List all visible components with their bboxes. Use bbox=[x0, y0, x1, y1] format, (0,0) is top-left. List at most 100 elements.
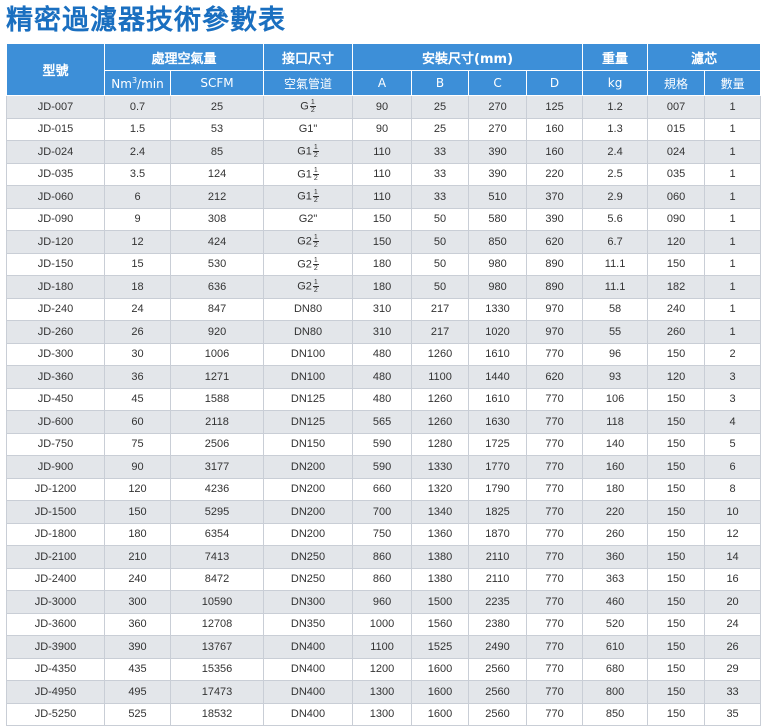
cell-scfm: 53 bbox=[169, 117, 265, 141]
cell-d: 770 bbox=[526, 500, 584, 524]
cell-model: JD-2100 bbox=[6, 545, 105, 569]
cell-kg: 850 bbox=[582, 702, 649, 726]
cell-a: 860 bbox=[352, 545, 413, 569]
cell-port: DN250 bbox=[263, 545, 354, 569]
table-row: JD-3600 360 12708 DN350 1000 1560 2380 770 520 15… bbox=[6, 612, 762, 636]
cell-scfm: 2118 bbox=[169, 410, 265, 434]
cell-a: 660 bbox=[352, 477, 413, 501]
cell-kg: 360 bbox=[582, 545, 649, 569]
cell-qty: 1 bbox=[704, 230, 762, 254]
cell-spec: 240 bbox=[647, 297, 706, 321]
cell-qty: 1 bbox=[704, 117, 762, 141]
header-dim-c: C bbox=[468, 70, 528, 96]
cell-qty: 12 bbox=[704, 522, 762, 546]
cell-port: DN200 bbox=[263, 477, 354, 501]
cell-qty: 1 bbox=[704, 140, 762, 164]
header-nm3-base: Nm bbox=[111, 76, 132, 91]
header-dim-b: B bbox=[411, 70, 470, 96]
cell-port: G1 1 2 bbox=[263, 185, 354, 209]
fraction-numerator: 1 bbox=[312, 189, 319, 198]
cell-a: 90 bbox=[352, 95, 413, 119]
cell-port: G12 bbox=[263, 95, 354, 119]
cell-qty: 1 bbox=[704, 297, 762, 321]
cell-scfm: 530 bbox=[169, 252, 265, 276]
cell-b: 1260 bbox=[411, 342, 470, 366]
cell-spec: 120 bbox=[647, 230, 706, 254]
cell-kg: 1.3 bbox=[582, 117, 649, 141]
cell-d: 770 bbox=[526, 635, 584, 659]
cell-model: JD-360 bbox=[6, 365, 105, 389]
fraction-denominator: 2 bbox=[313, 287, 318, 295]
cell-d: 160 bbox=[526, 117, 584, 141]
cell-nm3: 300 bbox=[104, 590, 171, 614]
cell-d: 770 bbox=[526, 410, 584, 434]
cell-a: 960 bbox=[352, 590, 413, 614]
cell-spec: 150 bbox=[647, 590, 706, 614]
cell-kg: 55 bbox=[582, 320, 649, 344]
cell-port: DN400 bbox=[263, 702, 354, 726]
cell-a: 480 bbox=[352, 365, 413, 389]
cell-kg: 140 bbox=[582, 432, 649, 456]
cell-qty: 6 bbox=[704, 455, 762, 479]
table-row: JD-360 36 1271 DN100 480 1100 1440 620 93 120 3 bbox=[6, 365, 762, 389]
cell-spec: 150 bbox=[647, 252, 706, 276]
cell-nm3: 495 bbox=[104, 680, 171, 704]
cell-kg: 106 bbox=[582, 387, 649, 411]
cell-c: 1610 bbox=[468, 387, 528, 411]
cell-a: 1000 bbox=[352, 612, 413, 636]
cell-spec: 150 bbox=[647, 410, 706, 434]
cell-c: 1020 bbox=[468, 320, 528, 344]
cell-kg: 118 bbox=[582, 410, 649, 434]
table-row: JD-035 3.5 124 G1 1 2 110 33 390 220 2.5 035 1 bbox=[6, 162, 762, 186]
cell-d: 125 bbox=[526, 95, 584, 119]
cell-model: JD-240 bbox=[6, 297, 105, 321]
header-dim-a: A bbox=[352, 70, 413, 96]
cell-c: 850 bbox=[468, 230, 528, 254]
cell-scfm: 1271 bbox=[169, 365, 265, 389]
cell-nm3: 120 bbox=[104, 477, 171, 501]
cell-scfm: 7413 bbox=[169, 545, 265, 569]
cell-a: 860 bbox=[352, 567, 413, 591]
cell-c: 2490 bbox=[468, 635, 528, 659]
cell-model: JD-180 bbox=[6, 275, 105, 299]
cell-model: JD-024 bbox=[6, 140, 105, 164]
cell-d: 220 bbox=[526, 162, 584, 186]
cell-c: 2560 bbox=[468, 680, 528, 704]
cell-nm3: 525 bbox=[104, 702, 171, 726]
cell-kg: 96 bbox=[582, 342, 649, 366]
cell-nm3: 9 bbox=[104, 207, 171, 231]
cell-scfm: 3177 bbox=[169, 455, 265, 479]
cell-port: G1 1 2 bbox=[263, 162, 354, 186]
cell-model: JD-060 bbox=[6, 185, 105, 209]
cell-d: 770 bbox=[526, 477, 584, 501]
cell-d: 770 bbox=[526, 545, 584, 569]
cell-spec: 150 bbox=[647, 567, 706, 591]
cell-b: 1600 bbox=[411, 680, 470, 704]
cell-spec: 024 bbox=[647, 140, 706, 164]
cell-scfm: 18532 bbox=[169, 702, 265, 726]
cell-kg: 6.7 bbox=[582, 230, 649, 254]
cell-d: 770 bbox=[526, 455, 584, 479]
fraction-numerator: 1 bbox=[312, 279, 319, 288]
cell-scfm: 6354 bbox=[169, 522, 265, 546]
cell-b: 1525 bbox=[411, 635, 470, 659]
cell-scfm: 1588 bbox=[169, 387, 265, 411]
cell-qty: 4 bbox=[704, 410, 762, 434]
cell-b: 25 bbox=[411, 117, 470, 141]
cell-kg: 520 bbox=[582, 612, 649, 636]
cell-kg: 260 bbox=[582, 522, 649, 546]
table-row: JD-260 26 920 DN80 310 217 1020 970 55 260 1 bbox=[6, 320, 762, 344]
cell-qty: 33 bbox=[704, 680, 762, 704]
cell-d: 890 bbox=[526, 275, 584, 299]
cell-scfm: 308 bbox=[169, 207, 265, 231]
cell-nm3: 0.7 bbox=[104, 95, 171, 119]
cell-nm3: 60 bbox=[104, 410, 171, 434]
header-port-group: 接口尺寸 bbox=[263, 43, 354, 71]
cell-d: 770 bbox=[526, 657, 584, 681]
cell-qty: 26 bbox=[704, 635, 762, 659]
cell-d: 620 bbox=[526, 230, 584, 254]
cell-b: 1260 bbox=[411, 387, 470, 411]
cell-kg: 610 bbox=[582, 635, 649, 659]
cell-spec: 120 bbox=[647, 365, 706, 389]
cell-d: 770 bbox=[526, 612, 584, 636]
